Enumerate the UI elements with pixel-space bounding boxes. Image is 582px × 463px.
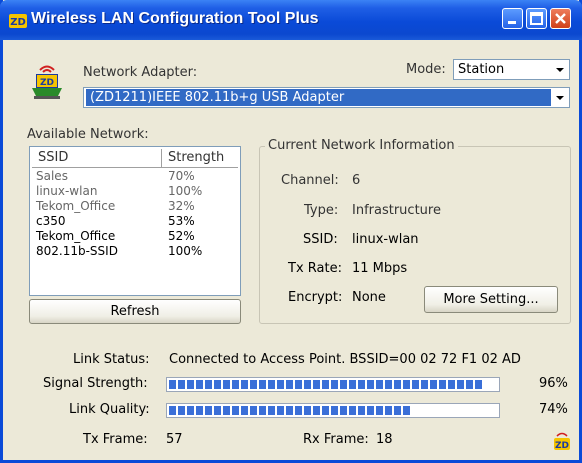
tx-rate-value: 11 Mbps [352,261,408,276]
channel-value: 6 [352,173,361,188]
minimize-icon [508,21,516,24]
chevron-down-icon [556,96,564,100]
mode-label: Mode: [406,62,446,77]
signal-strength-bar [166,377,500,392]
column-header-ssid[interactable]: SSID [32,149,162,168]
encrypt-label: Encrypt: [288,290,343,305]
channel-label: Channel: [281,173,339,188]
list-item[interactable]: Tekom_Office 52% [30,229,240,244]
list-item-ssid: 802.11b-SSID [36,244,118,258]
window-title: Wireless LAN Configuration Tool Plus [31,10,319,27]
encrypt-value: None [352,290,386,305]
chevron-down-icon [556,68,564,72]
maximize-button[interactable] [526,8,547,29]
link-quality-percent: 74% [539,402,568,417]
minimize-button[interactable] [502,8,523,29]
list-item-ssid: linux-wlan [36,184,98,198]
mode-value: Station [458,62,505,77]
list-item-strength: 100% [168,244,203,258]
svg-text:ZD: ZD [40,78,54,88]
svg-text:ZD: ZD [555,441,569,451]
rx-frame-label: Rx Frame: [303,432,369,447]
mode-select[interactable]: Station [453,59,570,80]
list-item[interactable]: linux-wlan 100% [30,184,240,199]
link-quality-bar [166,403,500,418]
list-item[interactable]: c350 53% [30,214,240,229]
current-network-title: Current Network Information [265,138,458,153]
signal-strength-label: Signal Strength: [43,376,148,391]
list-item[interactable]: Sales 70% [30,169,240,184]
rx-frame-value: 18 [376,432,393,447]
zd-tray-icon: ZD [554,432,570,451]
list-item[interactable]: 802.11b-SSID 100% [30,244,240,259]
list-item-strength: 100% [168,184,203,198]
refresh-button[interactable]: Refresh [29,299,241,324]
signal-strength-percent: 96% [539,376,568,391]
svg-text:ZD: ZD [10,17,26,28]
column-header-strength[interactable]: Strength [162,149,238,168]
ssid-value: linux-wlan [352,232,419,247]
tx-frame-value: 57 [166,432,183,447]
type-value: Infrastructure [352,203,441,218]
close-icon [555,13,566,24]
available-network-label: Available Network: [27,127,149,142]
network-adapter-select[interactable]: (ZD1211)IEEE 802.11b+g USB Adapter [83,87,570,108]
ssid-label: SSID: [303,232,338,247]
wireless-adapter-icon: ZD [32,65,62,99]
zd-logo-icon: ZD [9,14,27,28]
list-item-strength: 53% [168,214,195,228]
maximize-icon [530,12,543,25]
available-network-list[interactable]: SSID Strength Sales 70% linux-wlan 100% … [29,146,241,296]
list-item-strength: 52% [168,229,195,243]
link-quality-label: Link Quality: [69,402,150,417]
link-status-label: Link Status: [73,352,150,367]
list-item-ssid: c350 [36,214,66,228]
tx-rate-label: Tx Rate: [288,261,342,276]
title-bar[interactable]: ZD Wireless LAN Configuration Tool Plus [0,0,582,40]
signal-strength-fill [169,380,484,389]
main-window: ZD Wireless LAN Configuration Tool Plus … [0,0,582,463]
type-label: Type: [304,203,339,218]
tx-frame-label: Tx Frame: [83,432,148,447]
list-item-ssid: Sales [36,169,68,183]
list-item[interactable]: Tekom_Office 32% [30,199,240,214]
list-item-strength: 70% [168,169,195,183]
list-item-ssid: Tekom_Office [36,199,116,213]
close-button[interactable] [550,8,571,29]
more-setting-button[interactable]: More Setting... [424,286,558,313]
list-item-strength: 32% [168,199,195,213]
network-adapter-value: (ZD1211)IEEE 802.11b+g USB Adapter [90,90,345,105]
list-item-ssid: Tekom_Office [36,229,116,243]
link-quality-fill [169,406,412,415]
link-status-value: Connected to Access Point. BSSID=00 02 7… [169,352,521,367]
network-adapter-label: Network Adapter: [83,65,198,80]
